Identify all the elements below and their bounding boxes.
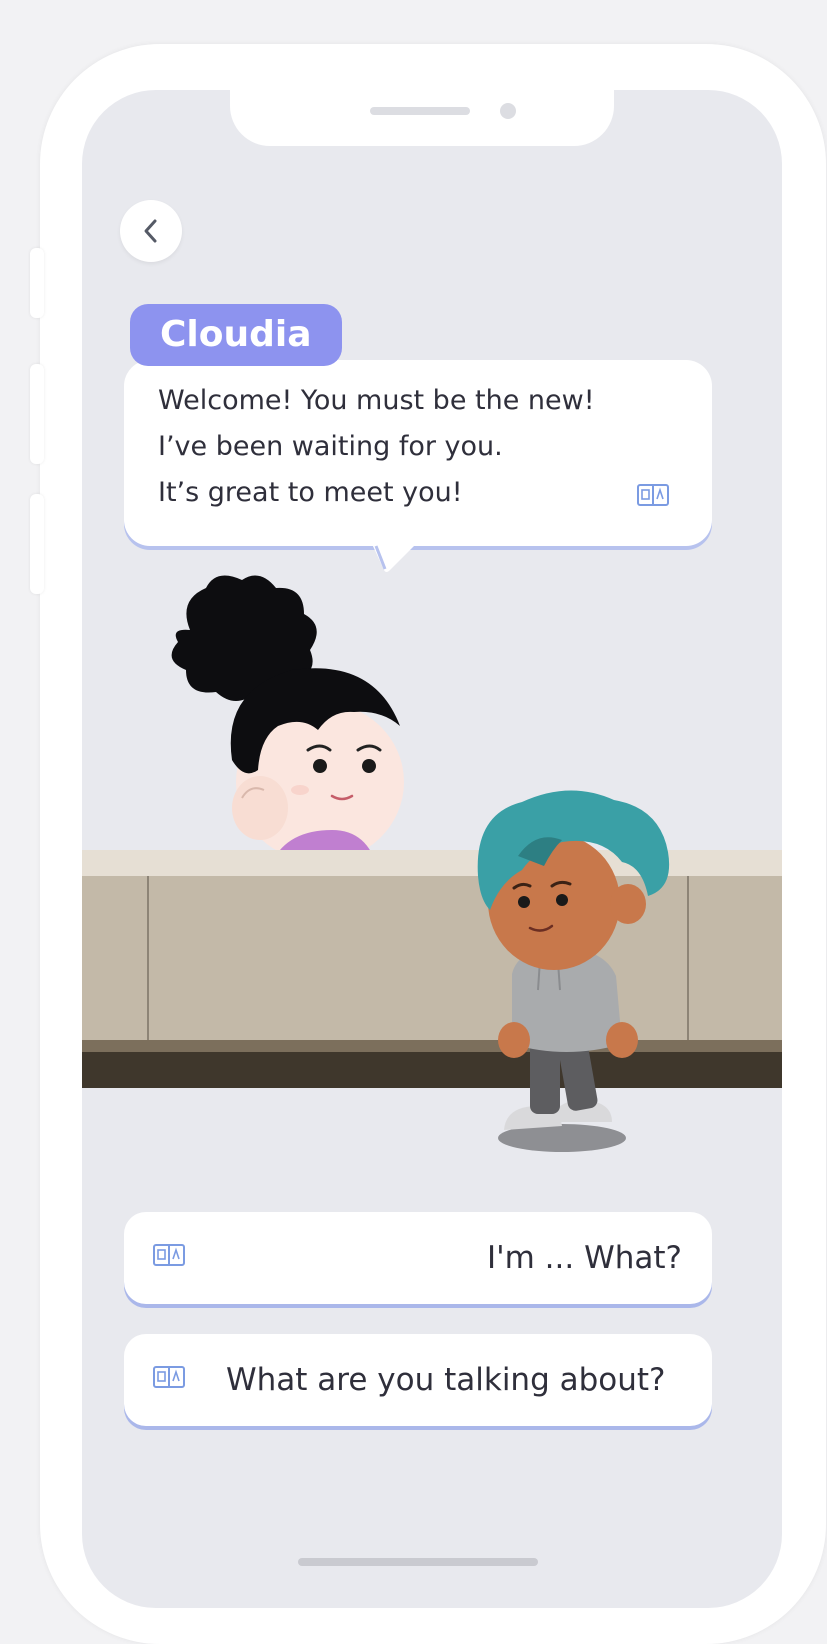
back-button[interactable] (120, 200, 182, 262)
home-indicator[interactable] (298, 1558, 538, 1566)
volume-down-button (30, 494, 44, 594)
speech-line: Welcome! You must be the new! (158, 385, 595, 416)
chevron-left-icon (144, 219, 157, 243)
speaker-grille (370, 107, 470, 115)
volume-up-button (30, 364, 44, 464)
book-icon[interactable] (152, 1242, 186, 1272)
notch (230, 90, 614, 146)
side-button (30, 248, 44, 318)
reception-counter (82, 850, 782, 1088)
scene-illustration (82, 575, 782, 1152)
answer-label: What are you talking about? (226, 1362, 666, 1398)
app-screen: Cloudia Welcome! You must be the new! I’… (82, 90, 782, 1608)
book-icon[interactable] (636, 482, 670, 512)
answer-label: I'm ... What? (486, 1240, 682, 1276)
front-camera (500, 103, 516, 119)
answer-option-2[interactable]: What are you talking about? (124, 1334, 712, 1426)
speech-bubble-tail (372, 544, 416, 572)
speech-line: I’ve been waiting for you. (158, 431, 503, 462)
speaker-name-tag: Cloudia (130, 304, 342, 366)
speech-text: Welcome! You must be the new! I’ve been … (158, 378, 595, 516)
speech-bubble: Welcome! You must be the new! I’ve been … (124, 360, 712, 572)
cloudia-character (171, 575, 404, 870)
answer-option-1[interactable]: I'm ... What? (124, 1212, 712, 1304)
speech-line: It’s great to meet you! (158, 477, 463, 508)
book-icon[interactable] (152, 1364, 186, 1394)
